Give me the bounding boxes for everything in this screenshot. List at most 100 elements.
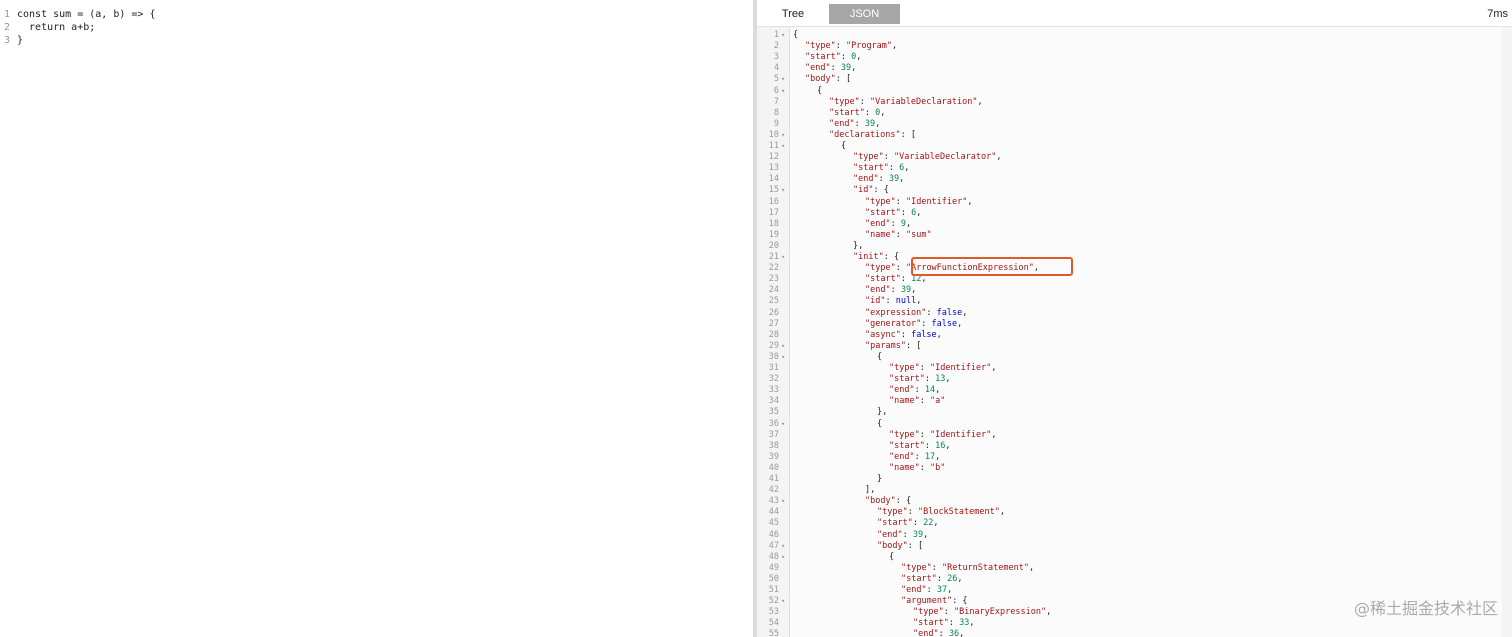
json-line-number: 37 (768, 429, 779, 440)
json-line: 12 "type": "VariableDeclarator", (757, 152, 1497, 163)
fold-toggle-icon[interactable]: ▾ (781, 74, 785, 85)
json-line-code: { (877, 352, 882, 363)
json-line-number: 49 (768, 562, 779, 573)
json-token: , (916, 207, 922, 218)
json-token: "id" (865, 296, 886, 307)
json-token: "name" (889, 462, 920, 473)
json-token: }, (853, 240, 864, 251)
json-token: { (817, 85, 823, 96)
fold-toggle-icon[interactable]: ▾ (781, 341, 785, 352)
json-line-number: 27 (768, 318, 779, 329)
json-token: "body" (877, 540, 908, 551)
json-token: "start" (889, 440, 925, 451)
json-token: : (921, 318, 932, 329)
json-token: "Identifier" (929, 429, 992, 440)
json-token: : (926, 585, 937, 595)
json-token: , (851, 63, 857, 74)
json-token: , (875, 118, 881, 129)
json-token: "VariableDeclarator" (893, 152, 997, 163)
json-line: 4 "end": 39, (757, 63, 1497, 74)
json-token: : (938, 629, 949, 637)
json-token: { (841, 141, 847, 151)
json-token: , (996, 152, 1002, 163)
json-line-number: 20 (768, 240, 779, 251)
json-token: : [ (900, 129, 917, 140)
json-token: , (923, 529, 929, 540)
json-line: 1 ▾ { (757, 30, 1497, 41)
json-token: }, (877, 407, 888, 418)
json-token: "name" (889, 396, 920, 407)
json-line-code: "start": 6, (853, 163, 909, 174)
json-line-code: "start": 0, (805, 52, 861, 63)
json-line-code: "end": 39, (865, 285, 916, 296)
json-line: 30 ▾ { (757, 352, 1497, 363)
json-token: : (890, 285, 901, 296)
code-editor[interactable]: 1 const sum = (a, b) => {2 return a+b; 3} (0, 0, 752, 637)
json-line: 16 "type": "Identifier", (757, 197, 1497, 208)
fold-toggle-icon[interactable]: ▾ (781, 252, 785, 263)
json-token: "ReturnStatement" (941, 562, 1029, 573)
json-token: , (892, 41, 898, 52)
json-line: 39 "end": 17, (757, 452, 1497, 463)
json-line-code: "end": 39, (805, 63, 856, 74)
json-token: "Identifier" (905, 196, 968, 207)
json-token: , (959, 629, 965, 637)
json-output-view[interactable]: 1 ▾{2 "type": "Program", 3 "start": 0, 4 "end"… (757, 26, 1512, 637)
json-token: : (948, 618, 960, 629)
tab-tree[interactable]: Tree (757, 4, 829, 24)
json-line-number: 42 (768, 485, 779, 496)
fold-toggle-icon[interactable]: ▾ (781, 185, 785, 196)
fold-toggle-icon[interactable]: ▾ (781, 86, 785, 97)
json-scrollbar[interactable] (1502, 27, 1512, 637)
json-line-number: 11 (768, 141, 779, 151)
fold-toggle-icon[interactable]: ▾ (781, 130, 785, 141)
tab-json[interactable]: JSON (829, 4, 900, 24)
json-token: "type" (889, 429, 920, 440)
json-token: "body" (805, 74, 836, 85)
json-line-code: "generator": false, (865, 319, 962, 330)
json-token: "end" (889, 385, 915, 396)
json-line-number: 43 (768, 496, 779, 507)
json-line-number: 2 (773, 41, 779, 52)
json-line-number: 10 (768, 129, 779, 140)
watermark: @稀土掘金技术社区 (1353, 599, 1498, 618)
json-line: 22 "type": "ArrowFunctionExpression", (757, 263, 1497, 274)
json-token: "start" (829, 107, 865, 118)
json-line: 21 ▾ "init": { (757, 252, 1497, 263)
json-token: "end" (889, 451, 915, 462)
fold-toggle-icon[interactable]: ▾ (781, 552, 785, 563)
json-line-code: "id": { (853, 185, 889, 196)
output-tab-bar: Tree JSON (757, 4, 1512, 24)
json-token: , (880, 107, 886, 118)
fold-toggle-icon[interactable]: ▾ (781, 496, 785, 507)
json-token: : (919, 462, 930, 473)
json-line: 55 "end": 36, (757, 629, 1497, 637)
json-token: "end" (877, 529, 903, 540)
fold-toggle-icon[interactable]: ▾ (781, 596, 785, 607)
json-line-number: 36 (768, 418, 779, 429)
json-line-number: 51 (768, 585, 779, 595)
fold-toggle-icon[interactable]: ▾ (781, 419, 785, 430)
fold-toggle-icon[interactable]: ▾ (781, 352, 785, 363)
json-line: 43 ▾ "body": { (757, 496, 1497, 507)
json-token: "end" (829, 118, 855, 129)
json-token: : (943, 607, 954, 618)
json-line-code: "type": "Identifier", (889, 363, 997, 374)
json-line-code: "start": 13, (889, 374, 950, 385)
json-token: : (890, 218, 901, 229)
json-token: "start" (901, 573, 937, 584)
json-line-number: 29 (768, 340, 779, 351)
fold-toggle-icon[interactable]: ▾ (781, 141, 785, 152)
json-line-code: { (841, 141, 846, 152)
json-token: , (1046, 607, 1052, 618)
json-line-code: }, (853, 241, 863, 252)
json-line: 17 "start": 6, (757, 208, 1497, 219)
json-token: , (935, 385, 941, 396)
json-token: false (911, 329, 937, 340)
fold-toggle-icon[interactable]: ▾ (781, 541, 785, 552)
fold-toggle-icon[interactable]: ▾ (781, 30, 785, 41)
json-line-number: 25 (768, 296, 779, 307)
json-token: , (905, 218, 912, 229)
editor-line: 1 const sum = (a, b) => { (0, 8, 155, 21)
json-line-code: "end": 9, (865, 219, 911, 230)
